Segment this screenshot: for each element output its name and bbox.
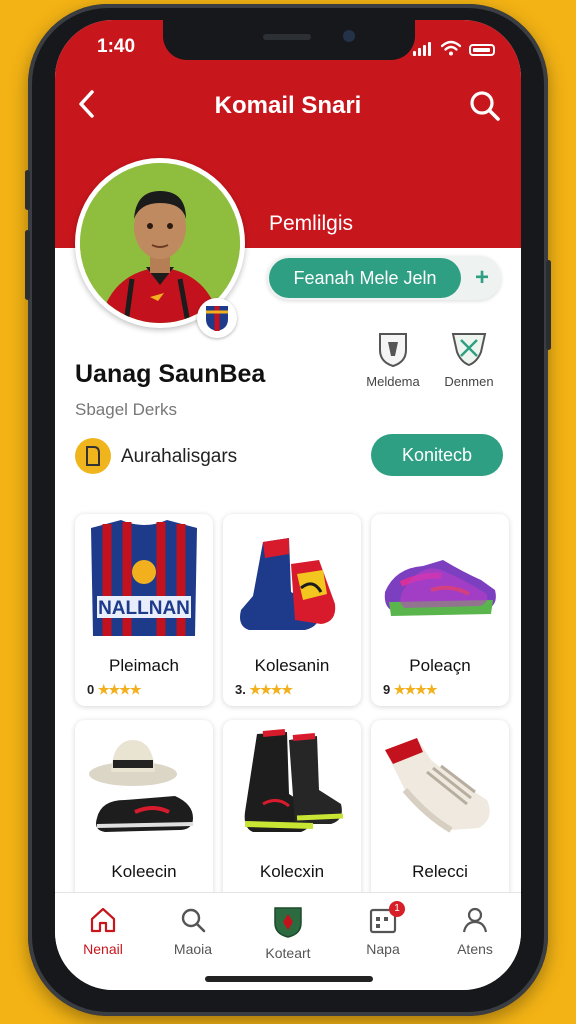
page-title: Komail Snari: [214, 92, 362, 119]
tab-profile[interactable]: Atens: [435, 905, 515, 957]
product-card[interactable]: Poleaçn 9 ★★★★: [371, 514, 509, 706]
trophy-icon: [75, 438, 111, 474]
boot-image: [240, 538, 336, 630]
volume-button: [25, 230, 30, 300]
badge-label: Denmen: [444, 374, 494, 389]
product-name: Poleaçn: [409, 656, 471, 675]
tab-home[interactable]: Nenail: [63, 905, 143, 957]
product-name: Relecci: [412, 862, 468, 881]
jersey-image: NALLNAN: [91, 520, 197, 636]
tab-search[interactable]: Maoia: [153, 905, 233, 957]
white-boot-image: [385, 738, 490, 833]
achievements-label[interactable]: Aurahalisgars: [121, 446, 237, 468]
status-icons: [413, 38, 495, 56]
add-button[interactable]: +: [475, 264, 489, 292]
crest-icon: [451, 333, 487, 367]
wifi-icon: [441, 40, 461, 56]
profile-tag: Pemlilgis: [269, 212, 354, 235]
person-icon: [462, 907, 488, 933]
badge-shield[interactable]: Meldema: [355, 330, 431, 389]
product-card[interactable]: NALLNAN Pleimach 0 ★★★★: [75, 514, 213, 706]
battery-icon: [469, 44, 495, 56]
product-card[interactable]: Relecci: [371, 720, 509, 910]
tab-label: Nenail: [83, 941, 123, 957]
star-icon: ★★★★: [97, 682, 142, 697]
product-name: Kolecxin: [259, 862, 325, 881]
tab-calendar[interactable]: 1 Napa: [343, 901, 423, 957]
club-crest-icon: [274, 907, 302, 938]
status-time: 1:40: [97, 36, 136, 57]
user-subtitle: Sbagel Derks: [75, 400, 178, 419]
contact-button[interactable]: Konitecb: [371, 434, 503, 476]
badge-label: Meldema: [366, 374, 420, 389]
star-icon: ★★★★: [393, 682, 438, 697]
hat-and-shoe-image: [89, 740, 194, 832]
shield-icon: [379, 333, 407, 368]
home-icon: [90, 907, 116, 933]
volume-button: [25, 170, 30, 210]
search-icon: [181, 908, 206, 933]
product-card[interactable]: Kolesanin 3. ★★★★: [223, 514, 361, 706]
product-card[interactable]: Koleecin: [75, 720, 213, 910]
tab-label: Maoia: [173, 941, 213, 957]
tab-label: Koteart: [265, 945, 311, 961]
jersey-print: NALLNAN: [98, 598, 190, 619]
power-button: [546, 260, 551, 350]
product-name: Koleecin: [111, 862, 177, 881]
app-screen: 1:40 Komail Snari Pemlilgis Feanah Mele …: [55, 20, 521, 990]
follow-control: Feanah Mele Jeln +: [267, 256, 501, 300]
tab-badge: 1: [389, 901, 405, 917]
tab-label: Atens: [457, 941, 493, 957]
sneaker-image: [384, 560, 496, 616]
star-icon: ★★★★: [249, 682, 293, 697]
product-card[interactable]: Kolecxin: [223, 720, 361, 910]
product-rating: 0 ★★★★: [87, 682, 142, 697]
tab-label: Napa: [366, 941, 400, 957]
search-icon[interactable]: [467, 88, 501, 122]
notch: [163, 20, 415, 60]
product-rating: 9 ★★★★: [383, 682, 438, 697]
home-indicator[interactable]: [205, 976, 373, 982]
tab-club[interactable]: Koteart: [248, 905, 328, 961]
product-rating: 3. ★★★★: [235, 682, 293, 697]
product-name: Pleimach: [109, 656, 179, 675]
club-badge-icon: [197, 298, 237, 338]
user-name: Uanag SaunBea: [75, 360, 266, 388]
badge-crest[interactable]: Denmen: [431, 330, 507, 389]
product-name: Kolesanin: [254, 656, 330, 675]
follow-button[interactable]: Feanah Mele Jeln: [269, 258, 461, 298]
high-boot-image: [244, 729, 344, 832]
signal-icon: [413, 38, 433, 56]
